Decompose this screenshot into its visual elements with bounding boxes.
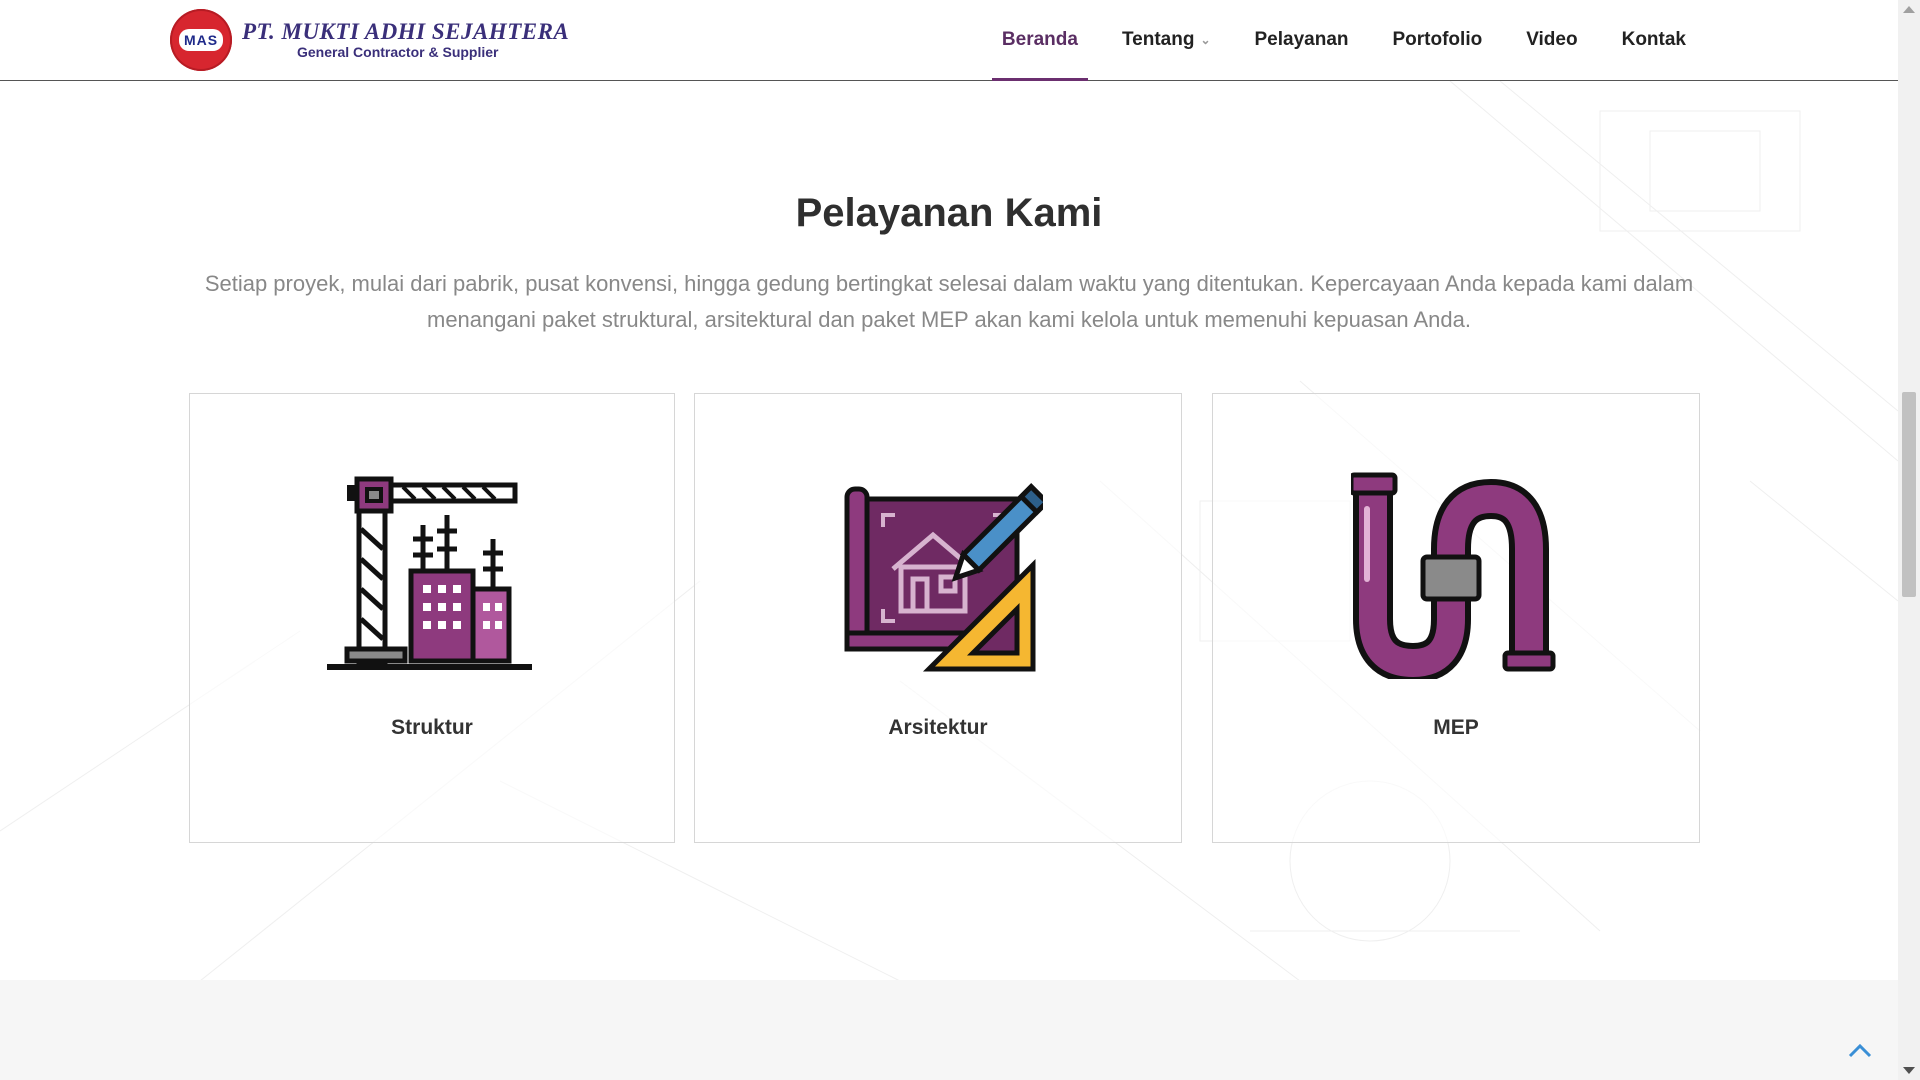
page-scrollbar[interactable] bbox=[1898, 0, 1920, 1080]
nav-label: Kontak bbox=[1621, 29, 1686, 50]
service-card-struktur[interactable]: Struktur bbox=[189, 393, 675, 843]
service-label: MEP bbox=[1433, 716, 1479, 739]
nav-label: Tentang bbox=[1121, 29, 1195, 50]
nav-item-portofolio[interactable]: Portofolio bbox=[1371, 0, 1505, 80]
chevron-down-icon: ⌄ bbox=[1200, 33, 1211, 47]
pipe-icon bbox=[1351, 472, 1556, 679]
nav-item-tentang[interactable]: Tentang ⌄ bbox=[1100, 0, 1233, 80]
next-section-band bbox=[0, 980, 1898, 1080]
nav-item-beranda[interactable]: Beranda bbox=[980, 0, 1100, 81]
back-to-top-icon[interactable] bbox=[1846, 1040, 1874, 1062]
nav-label: Beranda bbox=[1001, 29, 1078, 50]
section-title: Pelayanan Kami bbox=[795, 191, 1103, 235]
logo-badge-icon: MAS bbox=[170, 9, 232, 71]
nav-item-video[interactable]: Video bbox=[1504, 0, 1599, 80]
services-section: Pelayanan Kami Setiap proyek, mulai dari… bbox=[0, 81, 1898, 981]
nav-item-kontak[interactable]: Kontak bbox=[1600, 0, 1708, 80]
company-name: PT. MUKTI ADHI SEJAHTERA bbox=[242, 19, 570, 44]
company-logo[interactable]: MAS PT. MUKTI ADHI SEJAHTERA General Con… bbox=[170, 9, 569, 71]
site-header: MAS PT. MUKTI ADHI SEJAHTERA General Con… bbox=[0, 0, 1898, 81]
service-label: Struktur bbox=[391, 716, 473, 739]
main-nav: Beranda Tentang ⌄ Pelayanan Portofolio V… bbox=[980, 0, 1708, 81]
nav-item-pelayanan[interactable]: Pelayanan bbox=[1233, 0, 1371, 80]
scroll-down-icon[interactable] bbox=[1903, 1067, 1915, 1074]
logo-text: PT. MUKTI ADHI SEJAHTERA General Contrac… bbox=[242, 19, 570, 61]
nav-label: Portofolio bbox=[1392, 29, 1483, 50]
service-label: Arsitektur bbox=[888, 716, 988, 739]
service-card-mep[interactable]: MEP bbox=[1212, 393, 1700, 843]
scroll-up-icon[interactable] bbox=[1903, 6, 1915, 13]
company-tagline: General Contractor & Supplier bbox=[297, 44, 499, 60]
logo-badge-text: MAS bbox=[178, 29, 224, 51]
crane-building-icon bbox=[327, 476, 532, 670]
nav-label: Pelayanan bbox=[1254, 29, 1349, 50]
section-description: Setiap proyek, mulai dari pabrik, pusat … bbox=[204, 271, 1694, 332]
scroll-thumb[interactable] bbox=[1902, 392, 1916, 597]
service-card-arsitektur[interactable]: Arsitektur bbox=[694, 393, 1182, 843]
nav-label: Video bbox=[1526, 29, 1578, 50]
blueprint-icon bbox=[844, 483, 1043, 672]
